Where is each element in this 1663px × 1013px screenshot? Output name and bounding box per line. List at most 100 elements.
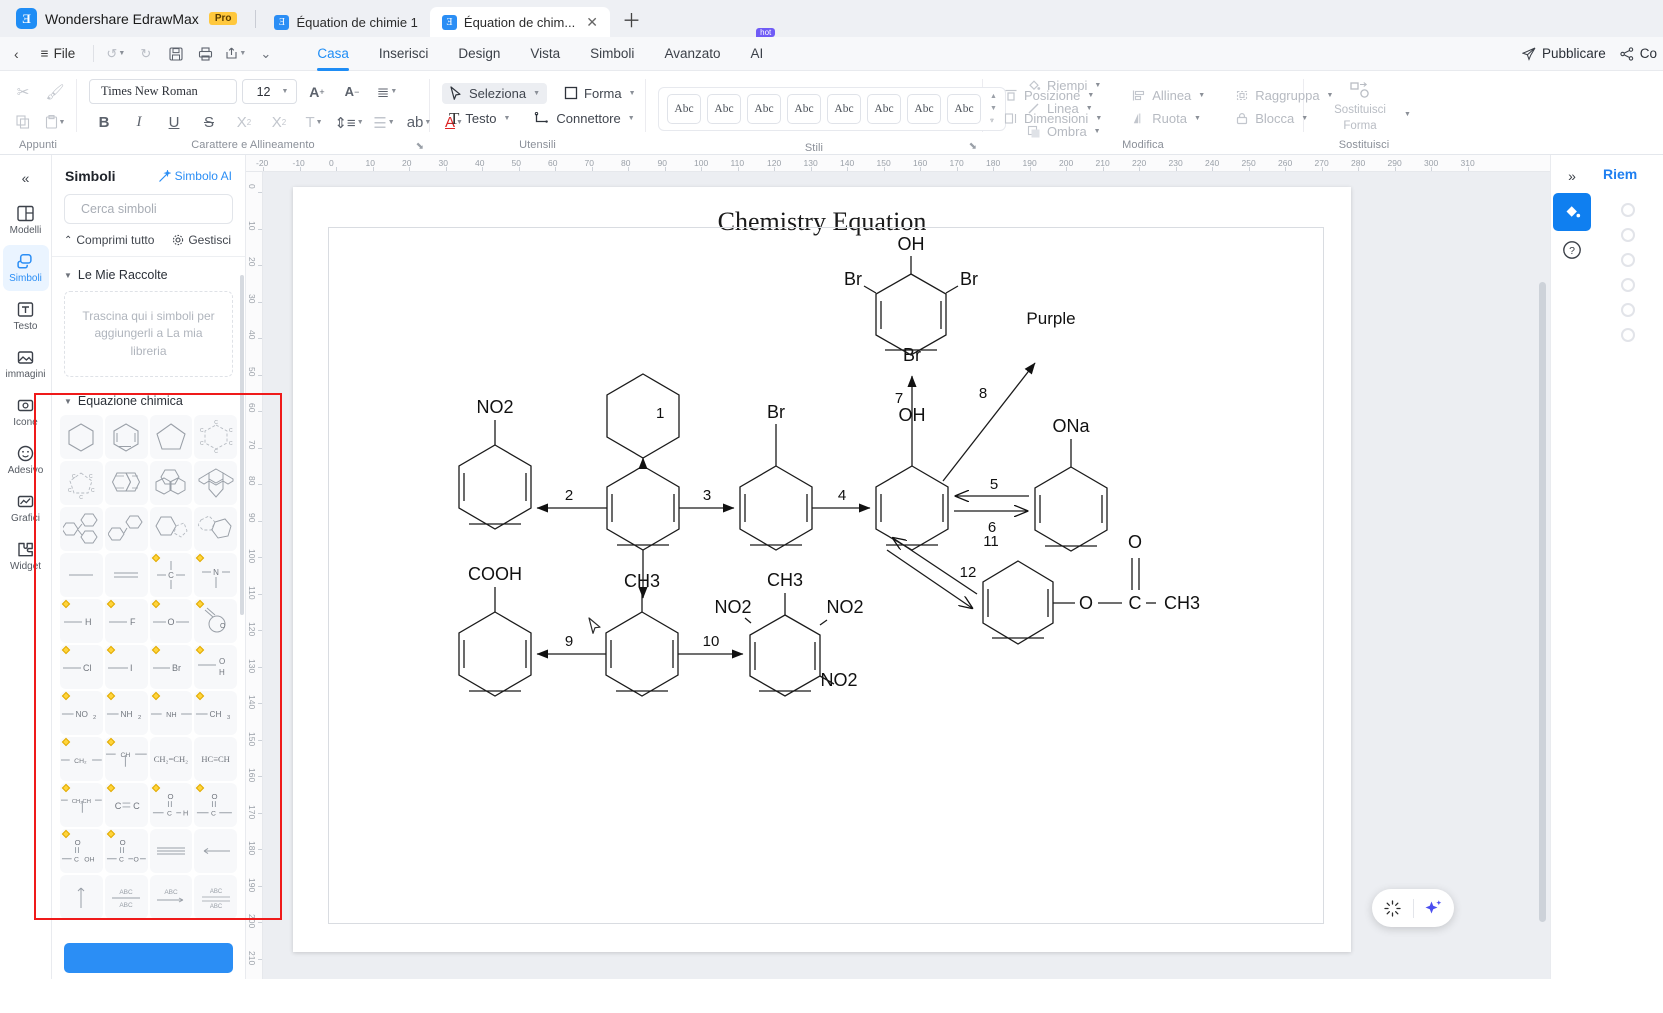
chevron-down-icon[interactable]: ▼	[282, 88, 289, 95]
export-icon[interactable]: ▼	[222, 42, 249, 66]
copy-icon[interactable]	[8, 108, 38, 136]
rotate-button[interactable]: Ruota ▼	[1125, 108, 1212, 129]
symbols-dropzone[interactable]: Trascina qui i simboli per aggiungerli a…	[64, 291, 233, 377]
symbol-pentagon[interactable]	[149, 415, 193, 459]
more-chevron-down-icon[interactable]: ⌄	[252, 42, 279, 66]
fill-option-swatch[interactable]	[1621, 203, 1635, 217]
symbol-carbon-center[interactable]: C	[149, 553, 193, 597]
symbol-search-field[interactable]	[64, 194, 242, 224]
symbol-ethyne[interactable]: HC≡CH	[194, 737, 237, 781]
symbol-carbonyl-circle[interactable]: O	[194, 599, 237, 643]
symbol-bond-nh2[interactable]: NH 2	[104, 691, 148, 735]
sidebar-item-immagini[interactable]: immagini	[3, 341, 49, 387]
list-button[interactable]: ☰ ▼	[369, 109, 399, 137]
symbol-triphenyl[interactable]	[60, 507, 103, 551]
sidebar-item-icone[interactable]: Icone	[3, 389, 49, 435]
chemistry-diagram[interactable]: NO2 Br OH OH Br Br Br ONa COOH CH3 CH3 N…	[329, 228, 1325, 925]
redo-icon[interactable]: ↻	[132, 42, 159, 66]
align-button[interactable]: ≣ ▼	[372, 78, 402, 106]
chevron-down-icon[interactable]: ▼	[1404, 111, 1411, 118]
replace-shape-button[interactable]: Sostituisci Forma	[1317, 81, 1403, 134]
symbol-abc-arrow[interactable]: ABC	[149, 875, 193, 919]
style-swatch[interactable]: Abc	[667, 93, 701, 124]
position-button[interactable]: Posizione ▼	[997, 85, 1109, 106]
symbol-ketone[interactable]: OC	[194, 783, 237, 827]
ribbon-tab-vista[interactable]: Vista	[516, 37, 574, 71]
symbol-bond-ch3[interactable]: CH 3	[194, 691, 237, 735]
symbol-nitrogen-center[interactable]: N	[194, 553, 237, 597]
symbol-triple-line[interactable]	[149, 829, 193, 873]
symbol-ethene[interactable]: CH₂=CH₂	[149, 737, 193, 781]
symbol-indole-fused-2[interactable]	[194, 507, 237, 551]
underline-button[interactable]: U	[159, 109, 189, 137]
sidebar-item-testo[interactable]: Testo	[3, 293, 49, 339]
horizontal-ruler[interactable]: -20 -10 0 10 20 30 40 50 60 70 80 90 100 110 120 130 140…	[246, 155, 1550, 172]
section-chemical-equation[interactable]: ▼ Equazione chimica	[52, 383, 245, 415]
sidebar-item-widget[interactable]: Widget	[3, 533, 49, 579]
help-circle-icon[interactable]: ?	[1553, 231, 1591, 269]
symbol-bond-nh[interactable]: NH	[149, 691, 193, 735]
symbol-bond-oh[interactable]: OH	[194, 645, 237, 689]
shape-tool-button[interactable]: Forma ▼	[557, 83, 643, 104]
symbol-bond-no2[interactable]: NO 2	[60, 691, 103, 735]
fill-option-swatch[interactable]	[1621, 278, 1635, 292]
canvas-vertical-scrollbar[interactable]	[1539, 282, 1546, 922]
publish-button[interactable]: Pubblicare	[1521, 46, 1606, 61]
style-swatch[interactable]: Abc	[707, 93, 741, 124]
document-tab-1[interactable]: Ǝ Équation de chimie 1	[262, 7, 429, 37]
symbol-bond-cl[interactable]: Cl	[60, 645, 103, 689]
symbol-bond-f[interactable]: F	[104, 599, 148, 643]
double-chevron-left-icon[interactable]: «	[22, 163, 30, 197]
undo-icon[interactable]: ↺ ▼	[102, 42, 129, 66]
font-dialog-launcher-icon[interactable]: ⬊	[416, 141, 424, 152]
decrease-font-size-button[interactable]: A −	[337, 78, 367, 106]
fill-option-swatch[interactable]	[1621, 303, 1635, 317]
font-size-field[interactable]: ▼	[242, 79, 297, 104]
manage-button[interactable]: Gestisci	[172, 233, 231, 247]
symbol-ester[interactable]: O C O	[104, 829, 148, 873]
format-painter-icon[interactable]: 🖌	[40, 78, 70, 106]
collapse-all-button[interactable]: ⌃ Comprimi tutto	[64, 233, 154, 247]
increase-font-size-button[interactable]: A +	[302, 78, 332, 106]
file-menu-button[interactable]: ≡ File	[29, 46, 88, 61]
style-swatch[interactable]: Abc	[867, 93, 901, 124]
save-icon[interactable]	[162, 42, 189, 66]
font-size-input[interactable]	[250, 84, 277, 99]
symbol-abc-double[interactable]: ABC ABC	[194, 875, 237, 919]
subscript-button[interactable]: X2	[264, 109, 294, 137]
superscript-button[interactable]: X2	[229, 109, 259, 137]
ribbon-tab-casa[interactable]: Casa	[303, 37, 363, 71]
line-spacing-button[interactable]: ⇕≡ ▼	[334, 109, 364, 137]
size-button[interactable]: Dimensioni ▼	[997, 108, 1109, 129]
symbol-benzene[interactable]	[104, 415, 148, 459]
styles-dialog-launcher-icon[interactable]: ⬊	[969, 141, 977, 152]
symbol-hexagon[interactable]	[60, 415, 103, 459]
strikethrough-button[interactable]: S	[194, 109, 224, 137]
style-swatch[interactable]: Abc	[747, 93, 781, 124]
document-page[interactable]: Chemistry Equation NO2 Br OH OH Br Br Br…	[293, 187, 1351, 952]
share-button[interactable]: Co	[1620, 46, 1657, 61]
symbols-scroll-area[interactable]: ▼ Le Mie Raccolte Trascina qui i simboli…	[52, 257, 245, 979]
fill-option-swatch[interactable]	[1621, 253, 1635, 267]
fill-option-swatch[interactable]	[1621, 228, 1635, 242]
sidebar-item-adesivo[interactable]: Adesivo	[3, 437, 49, 483]
canvas-work-area[interactable]: Chemistry Equation NO2 Br OH OH Br Br Br…	[263, 172, 1550, 979]
symbol-abc-stack[interactable]: ABC ABC	[104, 875, 148, 919]
symbol-chain-chch[interactable]: CH₂CH	[60, 783, 103, 827]
symbols-primary-action-button[interactable]	[64, 943, 233, 973]
cut-icon[interactable]: ✂	[8, 78, 38, 106]
section-my-collections[interactable]: ▼ Le Mie Raccolte	[52, 257, 245, 289]
symbol-bond-ch[interactable]: CH	[104, 737, 148, 781]
symbol-arrow-up-bar[interactable]	[60, 875, 103, 919]
symbol-bond-o[interactable]: O	[149, 599, 193, 643]
symbol-carboxyl[interactable]: O C OH	[60, 829, 103, 873]
paint-bucket-icon[interactable]	[1553, 193, 1591, 231]
clear-format-button[interactable]: T ▼	[299, 109, 329, 137]
style-swatch[interactable]: Abc	[907, 93, 941, 124]
sidebar-item-grafici[interactable]: Grafici	[3, 485, 49, 531]
symbol-indole-fused[interactable]	[149, 507, 193, 551]
print-icon[interactable]	[192, 42, 219, 66]
symbol-naphthalene[interactable]	[104, 461, 148, 505]
symbol-double-bond[interactable]	[104, 553, 148, 597]
close-icon[interactable]: ✕	[586, 14, 598, 31]
